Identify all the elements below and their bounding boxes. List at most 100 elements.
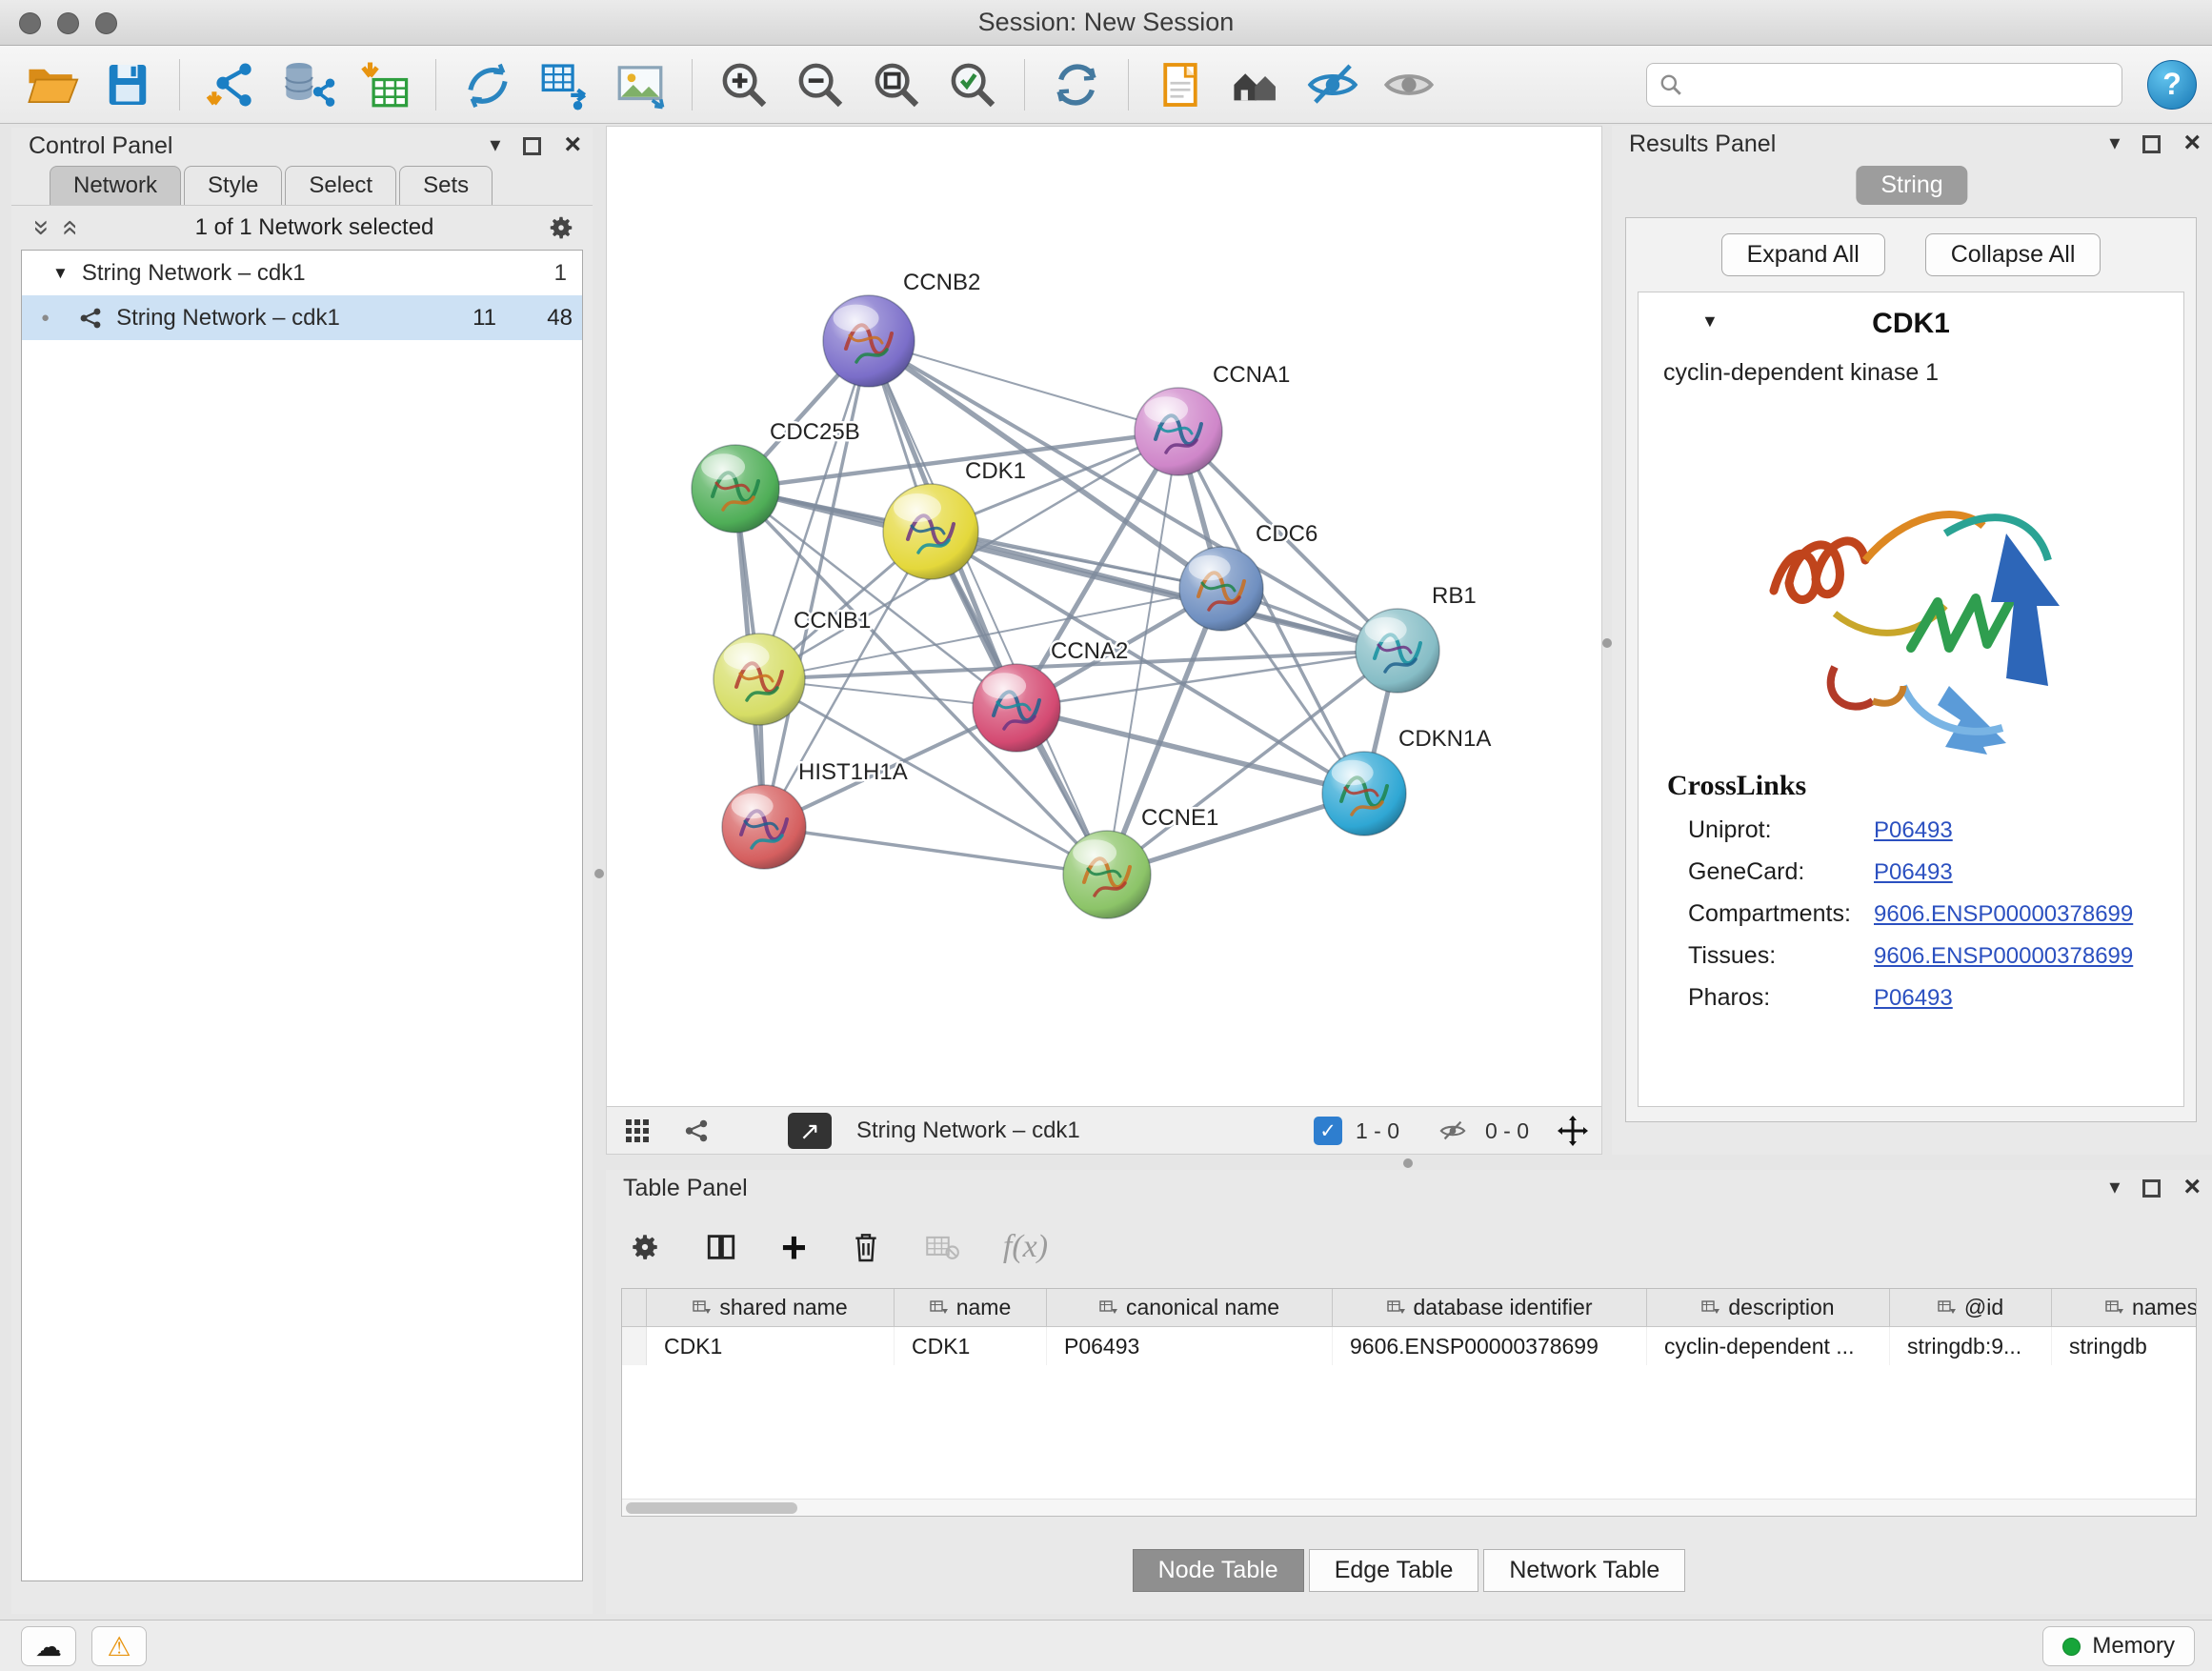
tab-node-table[interactable]: Node Table [1133,1549,1304,1592]
function-builder-button[interactable]: f(x) [1003,1229,1048,1265]
table-cell[interactable]: CDK1 [647,1327,895,1365]
table-cell[interactable]: P06493 [1047,1327,1333,1365]
node-HIST1H1A[interactable]: HIST1H1A [722,759,908,869]
fit-content-button[interactable] [1556,1107,1590,1155]
create-column-button[interactable]: + [781,1228,807,1266]
hide-selected-button[interactable] [1297,53,1369,116]
tab-string[interactable]: String [1856,166,1967,205]
table-row[interactable]: CDK1CDK1P064939606.ENSP00000378699cyclin… [622,1327,2196,1365]
crosslink-link[interactable]: 9606.ENSP00000378699 [1874,901,2133,928]
open-in-new-window-button[interactable]: ↗ [788,1113,832,1149]
network-row[interactable]: ● String Network – cdk1 11 48 [22,295,582,340]
column-header-description[interactable]: description [1647,1289,1890,1326]
panel-float-icon[interactable] [2142,135,2161,153]
table-cell[interactable]: stringdb [2052,1327,2197,1365]
panel-close-icon[interactable]: × [2183,1175,2201,1199]
tab-network-table[interactable]: Network Table [1483,1549,1685,1592]
crosslink-label: GeneCard: [1688,858,1874,886]
search-input[interactable] [1693,71,2110,98]
panel-menu-icon[interactable]: ▾ [2109,1175,2120,1199]
save-session-button[interactable] [91,53,164,116]
search-box[interactable] [1646,63,2122,107]
node-CCNB2[interactable]: CCNB2 [823,270,980,387]
zoom-selected-icon [946,58,999,111]
panel-close-icon[interactable]: × [564,132,581,157]
panel-menu-icon[interactable]: ▾ [2109,131,2120,155]
import-network-file-button[interactable] [195,53,268,116]
first-neighbors-button[interactable] [452,53,524,116]
cloud-button[interactable]: ☁ [21,1626,76,1666]
splitter-handle[interactable] [1602,638,1612,648]
export-image-button[interactable] [604,53,676,116]
node-CCNB1[interactable]: CCNB1 [714,608,871,725]
tab-select[interactable]: Select [285,166,396,205]
node-RB1[interactable]: RB1 [1356,583,1477,693]
panel-float-icon[interactable] [523,137,541,155]
new-network-from-selection-button[interactable] [528,53,600,116]
crosslink-link[interactable]: 9606.ENSP00000378699 [1874,943,2133,970]
network-collection-row[interactable]: ▼ String Network – cdk1 1 [22,251,582,295]
zoom-selected-button[interactable] [936,53,1009,116]
delete-column-button[interactable] [851,1230,881,1264]
import-table-button[interactable] [348,53,420,116]
panel-close-icon[interactable]: × [2183,131,2201,155]
trash-icon [851,1230,881,1264]
column-header-name[interactable]: name [895,1289,1047,1326]
column-header-namespace[interactable]: namespace [2052,1289,2197,1326]
node-CCNA1[interactable]: CCNA1 [1135,362,1290,475]
network-share-button[interactable] [683,1107,710,1155]
expand-all-icon[interactable]: » [52,214,85,241]
zoom-fit-button[interactable] [860,53,933,116]
network-canvas[interactable]: CCNB2CCNA1CDC25BCDK1CDC6RB1CCNB1CCNA2CDK… [607,127,1601,1106]
collapse-all-button[interactable]: Collapse All [1925,233,2101,276]
disclosure-triangle-icon[interactable]: ▼ [52,264,69,283]
node-CDKN1A[interactable]: CDKN1A [1322,726,1491,836]
memory-button[interactable]: Memory [2042,1626,2195,1666]
annotation-button[interactable] [1144,53,1217,116]
node-CDK1[interactable]: CDK1 [883,458,1026,579]
tab-edge-table[interactable]: Edge Table [1309,1549,1479,1592]
import-network-database-button[interactable] [271,53,344,116]
zoom-in-button[interactable] [708,53,780,116]
crosslink-link[interactable]: P06493 [1874,817,1953,844]
warnings-button[interactable]: ⚠ [91,1626,147,1666]
table-cell[interactable]: 9606.ENSP00000378699 [1333,1327,1647,1365]
splitter-handle[interactable] [1403,1158,1413,1168]
scrollbar-thumb[interactable] [626,1502,797,1514]
table-cell[interactable]: CDK1 [895,1327,1047,1365]
grid-view-button[interactable] [624,1107,651,1155]
column-header-shared-name[interactable]: shared name [647,1289,895,1326]
tab-network[interactable]: Network [50,166,181,205]
crosslink-link[interactable]: P06493 [1874,985,1953,1012]
horizontal-scrollbar[interactable] [622,1499,2196,1516]
column-header--id[interactable]: @id [1890,1289,2052,1326]
show-all-button[interactable] [1373,53,1445,116]
selected-checkbox-icon[interactable]: ✓ [1314,1117,1342,1145]
edge-HIST1H1A-CCNE1[interactable] [764,827,1107,875]
table-cell[interactable]: stringdb:9... [1890,1327,2052,1365]
network-overview-button[interactable] [1220,53,1293,116]
table-settings-button[interactable] [629,1231,661,1263]
edge-CCNB2-CCNE1[interactable] [869,341,1107,875]
edge-CCNB2-HIST1H1A[interactable] [764,341,869,827]
crosslink-link[interactable]: P06493 [1874,859,1953,886]
panel-menu-icon[interactable]: ▾ [490,132,500,157]
splitter-handle[interactable] [594,869,604,878]
column-header-database-identifier[interactable]: database identifier [1333,1289,1647,1326]
edge-CCNB2-CCNA1[interactable] [869,341,1178,432]
tab-sets[interactable]: Sets [399,166,493,205]
hidden-eye-button[interactable] [1438,1107,1468,1155]
collapse-entry-icon[interactable]: ▼ [1701,312,1719,332]
panel-float-icon[interactable] [2142,1179,2161,1198]
zoom-out-button[interactable] [784,53,856,116]
node-CCNE1[interactable]: CCNE1 [1063,805,1218,918]
help-button[interactable]: ? [2147,60,2197,110]
apply-layout-button[interactable] [1040,53,1113,116]
table-cell[interactable]: cyclin-dependent ... [1647,1327,1890,1365]
column-header-canonical-name[interactable]: canonical name [1047,1289,1333,1326]
expand-all-button[interactable]: Expand All [1721,233,1885,276]
gear-icon[interactable] [547,213,575,242]
open-session-button[interactable] [15,53,88,116]
tab-style[interactable]: Style [184,166,282,205]
show-columns-button[interactable] [705,1231,737,1263]
